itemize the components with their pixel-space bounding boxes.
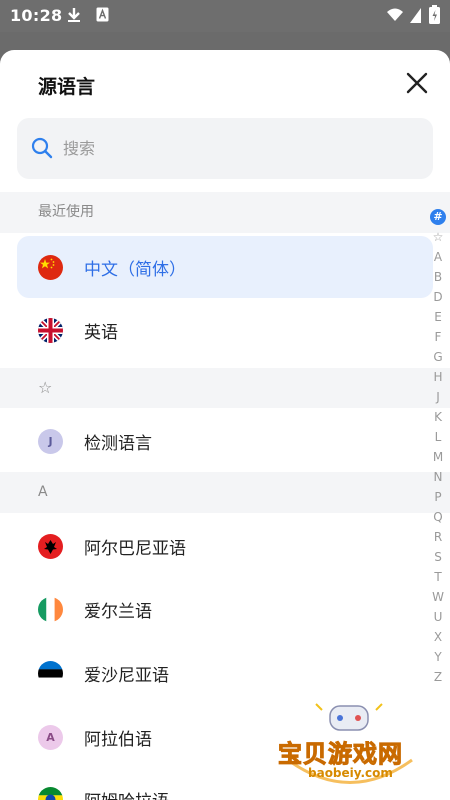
signal-icon [410, 8, 421, 23]
alphabet-index-bar[interactable]: # ☆ A B D E F G H J K L M N P Q R S T W … [428, 207, 448, 687]
albania-flag-icon [38, 534, 63, 559]
language-label: 爱尔兰语 [84, 602, 152, 622]
language-item-irish[interactable]: 爱尔兰语 [0, 578, 420, 640]
status-bar: 10:28 [0, 0, 450, 32]
section-header-recent: 最近使用 [0, 192, 450, 233]
watermark-title: 宝贝游戏网 [278, 740, 403, 769]
battery-icon [429, 5, 440, 24]
index-item-d[interactable]: D [428, 287, 448, 307]
ireland-flag-icon [38, 597, 63, 622]
index-item-e[interactable]: E [428, 307, 448, 327]
language-item-english[interactable]: 英语 [0, 299, 420, 361]
language-sheet: 源语言 最近使用 中文（简体） 英语 ☆ [0, 50, 450, 800]
index-item-t[interactable]: T [428, 567, 448, 587]
index-item-h[interactable]: H [428, 367, 448, 387]
language-label: 阿拉伯语 [84, 730, 152, 750]
language-label: 英语 [84, 323, 118, 343]
search-icon [31, 137, 53, 159]
language-label: 检测语言 [84, 434, 152, 454]
search-box[interactable] [17, 118, 433, 179]
index-item-n[interactable]: N [428, 467, 448, 487]
uk-flag-icon [38, 318, 63, 343]
language-item-albanian[interactable]: 阿尔巴尼亚语 [0, 515, 420, 577]
index-item-s[interactable]: S [428, 547, 448, 567]
index-item-k[interactable]: K [428, 407, 448, 427]
index-item-hash[interactable]: # [430, 209, 446, 225]
china-flag-icon [38, 255, 63, 280]
index-item-w[interactable]: W [428, 587, 448, 607]
a-badge-icon: A [38, 725, 63, 750]
index-item-m[interactable]: M [428, 447, 448, 467]
section-header-starred: ☆ [0, 368, 450, 408]
language-item-chinese-simplified[interactable]: 中文（简体） [17, 236, 433, 298]
index-item-u[interactable]: U [428, 607, 448, 627]
font-notification-icon [96, 7, 109, 22]
ethiopia-flag-icon [38, 787, 63, 800]
index-item-g[interactable]: G [428, 347, 448, 367]
j-badge-icon: J [38, 429, 63, 454]
watermark-logo: 宝贝游戏网 baobeiy.com [270, 700, 430, 795]
watermark-url: baobeiy.com [308, 766, 393, 780]
language-label: 爱沙尼亚语 [84, 666, 169, 686]
index-item-q[interactable]: Q [428, 507, 448, 527]
index-item-p[interactable]: P [428, 487, 448, 507]
index-item-x[interactable]: X [428, 627, 448, 647]
download-icon [68, 8, 80, 22]
index-item-r[interactable]: R [428, 527, 448, 547]
index-item-y[interactable]: Y [428, 647, 448, 667]
index-item-l[interactable]: L [428, 427, 448, 447]
index-item-j[interactable]: J [428, 387, 448, 407]
estonia-flag-icon [38, 661, 63, 686]
index-item-f[interactable]: F [428, 327, 448, 347]
language-label: 阿尔巴尼亚语 [84, 539, 186, 559]
search-input[interactable] [63, 133, 413, 163]
language-item-estonian[interactable]: 爱沙尼亚语 [0, 642, 420, 704]
section-header-a: A [0, 472, 450, 513]
index-item-star[interactable]: ☆ [428, 227, 448, 247]
status-time: 10:28 [10, 6, 63, 25]
index-item-z[interactable]: Z [428, 667, 448, 687]
language-label: 阿姆哈拉语 [84, 787, 169, 800]
index-item-a[interactable]: A [428, 247, 448, 267]
sheet-title: 源语言 [38, 76, 96, 98]
close-icon[interactable] [404, 70, 430, 96]
wifi-icon [387, 8, 403, 21]
language-item-detect[interactable]: J 检测语言 [0, 410, 420, 472]
language-label: 中文（简体） [84, 260, 186, 280]
index-item-b[interactable]: B [428, 267, 448, 287]
